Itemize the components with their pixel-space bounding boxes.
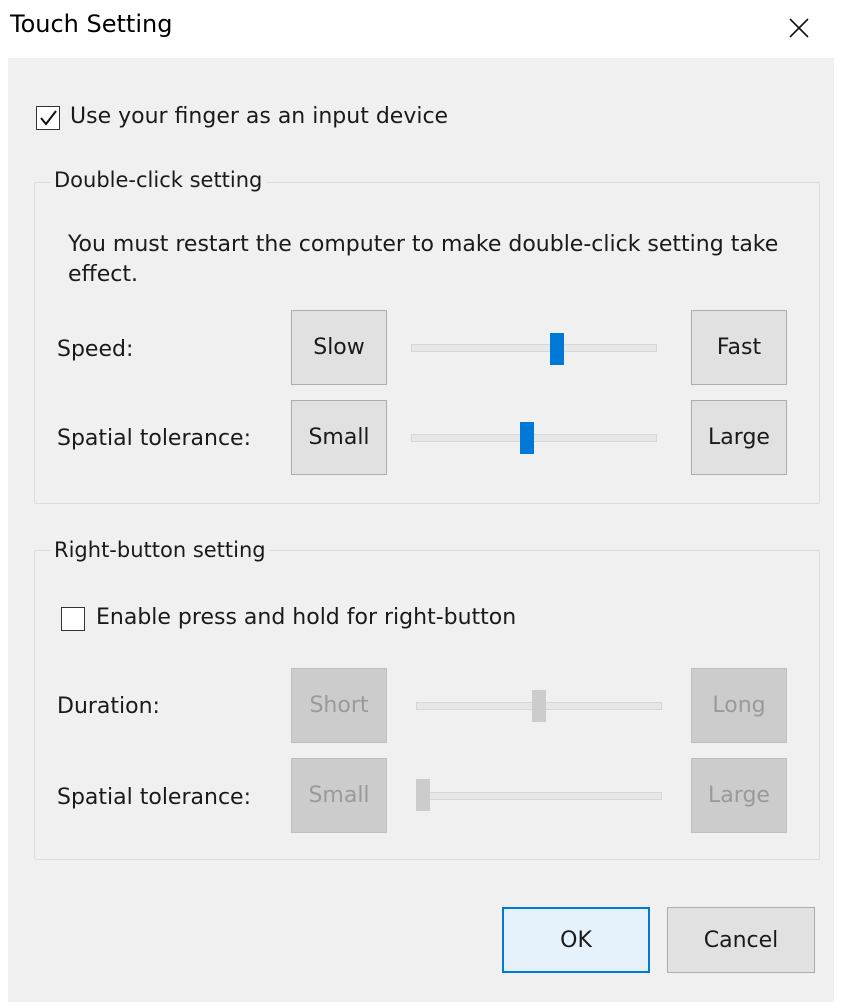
use-finger-checkbox[interactable]	[36, 106, 60, 130]
rb-small-button[interactable]: Small	[291, 758, 387, 833]
window-title: Touch Setting	[10, 10, 173, 38]
close-icon	[789, 18, 809, 38]
fast-button[interactable]: Fast	[691, 310, 787, 385]
dialog-body: Use your finger as an input device Doubl…	[8, 58, 834, 1002]
dc-tolerance-slider-thumb[interactable]	[520, 422, 535, 454]
enable-press-hold-checkbox[interactable]	[61, 607, 85, 631]
ok-button[interactable]: OK	[502, 907, 650, 973]
rb-large-button[interactable]: Large	[691, 758, 787, 833]
rb-tolerance-slider-thumb[interactable]	[416, 779, 430, 811]
speed-slider-thumb[interactable]	[550, 333, 565, 365]
long-button[interactable]: Long	[691, 668, 787, 743]
dc-large-button[interactable]: Large	[691, 400, 787, 475]
duration-label: Duration:	[57, 694, 160, 719]
short-button[interactable]: Short	[291, 668, 387, 743]
enable-press-hold-label: Enable press and hold for right-button	[96, 605, 517, 630]
speed-label: Speed:	[57, 337, 134, 362]
title-bar: Touch Setting	[0, 0, 843, 56]
close-button[interactable]	[768, 4, 830, 52]
rb-tolerance-label: Spatial tolerance:	[57, 785, 251, 810]
speed-slider-track[interactable]	[411, 344, 657, 352]
cancel-button[interactable]: Cancel	[667, 907, 815, 973]
right-button-legend: Right-button setting	[50, 538, 270, 562]
restart-note: You must restart the computer to make do…	[68, 232, 779, 287]
double-click-legend: Double-click setting	[50, 168, 267, 192]
use-finger-label: Use your finger as an input device	[70, 104, 449, 129]
slow-button[interactable]: Slow	[291, 310, 387, 385]
checkmark-icon	[40, 110, 57, 126]
dc-tolerance-label: Spatial tolerance:	[57, 426, 251, 451]
dc-small-button[interactable]: Small	[291, 400, 387, 475]
duration-slider-thumb[interactable]	[532, 690, 546, 722]
rb-tolerance-slider-track[interactable]	[416, 792, 662, 800]
